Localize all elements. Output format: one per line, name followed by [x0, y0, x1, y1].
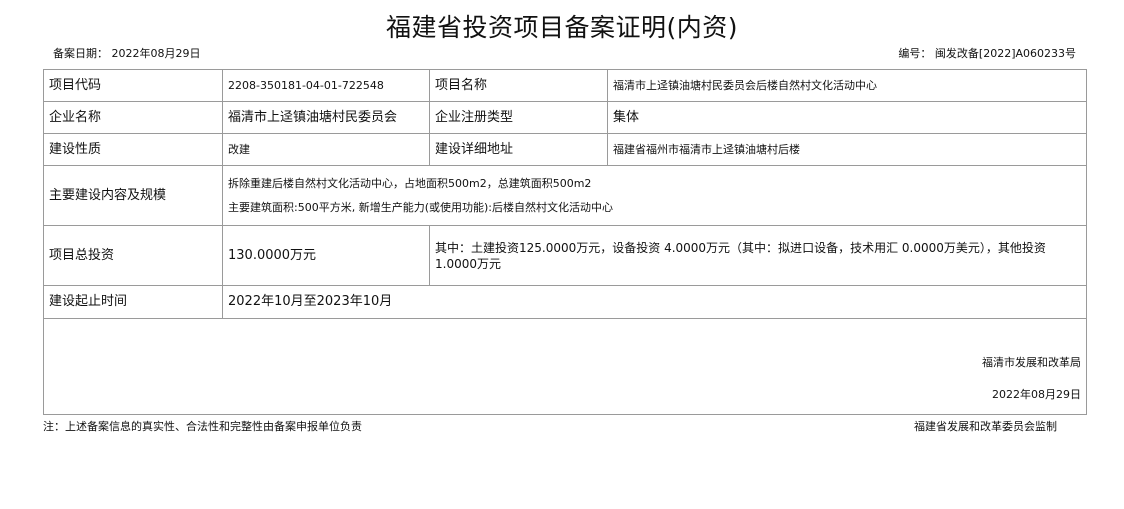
record-date: 备案日期： 2022年08月29日	[53, 47, 201, 60]
construction-nature-value: 改建	[222, 133, 430, 166]
address-value: 福建省福州市福清市上迳镇油塘村后楼	[607, 133, 1087, 166]
table-row: 主要建设内容及规模 拆除重建后楼自然村文化活动中心，占地面积500m2，总建筑面…	[43, 165, 1087, 226]
issuer-block: 福清市发展和改革局 2022年08月29日	[43, 318, 1087, 415]
project-code-value: 2208-350181-04-01-722548	[222, 69, 430, 102]
registration-type-label: 企业注册类型	[429, 101, 608, 134]
project-code-label: 项目代码	[43, 69, 223, 102]
issuer-name: 福清市发展和改革局	[982, 356, 1081, 369]
record-form-table: 项目代码 2208-350181-04-01-722548 项目名称 福清市上迳…	[43, 69, 1087, 415]
period-value: 2022年10月至2023年10月	[222, 285, 1087, 319]
period-label: 建设起止时间	[43, 285, 223, 319]
document-title: 福建省投资项目备案证明(内资)	[385, 13, 738, 42]
enterprise-name-label: 企业名称	[43, 101, 223, 134]
total-investment-label: 项目总投资	[43, 225, 223, 286]
address-label: 建设详细地址	[429, 133, 608, 166]
table-row: 项目代码 2208-350181-04-01-722548 项目名称 福清市上迳…	[43, 69, 1087, 102]
issue-date: 2022年08月29日	[992, 388, 1081, 401]
investment-breakdown: 其中：土建投资125.0000万元，设备投资 4.0000万元（其中：拟进口设备…	[429, 225, 1087, 286]
content-scale-label: 主要建设内容及规模	[43, 165, 223, 226]
project-name-value: 福清市上迳镇油塘村民委员会后楼自然村文化活动中心	[607, 69, 1087, 102]
project-name-label: 项目名称	[429, 69, 608, 102]
construction-nature-label: 建设性质	[43, 133, 223, 166]
content-scale-value: 拆除重建后楼自然村文化活动中心，占地面积500m2，总建筑面积500m2 主要建…	[222, 165, 1087, 226]
total-investment-value: 130.0000万元	[222, 225, 430, 286]
table-row: 项目总投资 130.0000万元 其中：土建投资125.0000万元，设备投资 …	[43, 225, 1087, 286]
table-row: 建设性质 改建 建设详细地址 福建省福州市福清市上迳镇油塘村后楼	[43, 133, 1087, 166]
table-row: 建设起止时间 2022年10月至2023年10月	[43, 285, 1087, 319]
enterprise-name-value: 福清市上迳镇油塘村民委员会	[222, 101, 430, 134]
content-scale-line-1: 拆除重建后楼自然村文化活动中心，占地面积500m2，总建筑面积500m2	[228, 177, 592, 190]
document-number: 编号： 闽发改备[2022]A060233号	[898, 47, 1076, 60]
supervisor-note: 福建省发展和改革委员会监制	[914, 420, 1057, 433]
responsibility-note: 注：上述备案信息的真实性、合法性和完整性由备案申报单位负责	[43, 420, 362, 433]
content-scale-line-2: 主要建筑面积:500平方米, 新增生产能力(或使用功能):后楼自然村文化活动中心	[228, 201, 613, 214]
table-row: 企业名称 福清市上迳镇油塘村民委员会 企业注册类型 集体	[43, 101, 1087, 134]
registration-type-value: 集体	[607, 101, 1087, 134]
table-row: 福清市发展和改革局 2022年08月29日	[43, 318, 1087, 415]
